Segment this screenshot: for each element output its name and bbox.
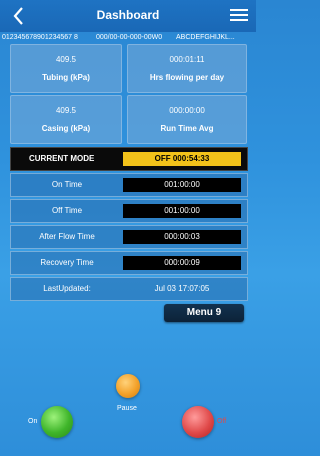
well-name: ABCDEFGHIJKL... xyxy=(176,34,235,41)
header-bar: Dashboard xyxy=(0,0,256,32)
hrs-flowing-value: 000:01:11 xyxy=(169,55,205,64)
on-label: On xyxy=(28,418,38,425)
current-mode-row: CURRENT MODE OFF 000:54:33 xyxy=(10,147,248,171)
tubing-pressure-value: 409.5 xyxy=(55,55,77,64)
off-button[interactable] xyxy=(182,406,214,438)
off-time-label: Off Time xyxy=(51,206,83,215)
off-time-row[interactable]: Off Time 001:00:00 xyxy=(10,199,248,223)
well-info-strip: 012345678901234567 8 000/00-00-000-00W0 … xyxy=(0,32,256,44)
hamburger-menu-icon[interactable] xyxy=(230,9,248,23)
run-time-avg-value: 000:00:00 xyxy=(169,106,205,115)
on-button[interactable] xyxy=(41,406,73,438)
on-time-value: 001:00:00 xyxy=(123,178,241,192)
after-flow-time-value: 000:00:03 xyxy=(123,230,241,244)
pause-button[interactable] xyxy=(116,374,140,398)
last-updated-value: Jul 03 17:07:05 xyxy=(154,284,210,293)
hrs-flowing-card: 000:01:11 Hrs flowing per day xyxy=(127,44,247,93)
after-flow-time-row[interactable]: After Flow Time 000:00:03 xyxy=(10,225,248,249)
current-mode-value: OFF 000:54:33 xyxy=(123,152,241,166)
off-time-value: 001:00:00 xyxy=(123,204,241,218)
run-time-avg-label: Run Time Avg xyxy=(160,124,214,133)
casing-pressure-value: 409.5 xyxy=(55,106,77,115)
well-id: 012345678901234567 8 xyxy=(2,34,78,41)
pause-label: Pause xyxy=(117,405,137,412)
recovery-time-label: Recovery Time xyxy=(40,258,94,267)
last-updated-row: LastUpdated: Jul 03 17:07:05 xyxy=(10,277,248,301)
recovery-time-value: 000:00:09 xyxy=(123,256,241,270)
last-updated-label: LastUpdated: xyxy=(43,284,91,293)
on-time-row[interactable]: On Time 001:00:00 xyxy=(10,173,248,197)
page-title: Dashboard xyxy=(96,8,160,22)
hrs-flowing-label: Hrs flowing per day xyxy=(149,73,225,82)
casing-pressure-label: Casing (kPa) xyxy=(41,124,91,133)
tubing-pressure-label: Tubing (kPa) xyxy=(42,73,90,82)
menu-9-button[interactable]: Menu 9 xyxy=(164,304,244,322)
off-label: Off xyxy=(217,418,227,425)
casing-pressure-card: 409.5 Casing (kPa) xyxy=(10,95,122,144)
run-time-avg-card: 000:00:00 Run Time Avg xyxy=(127,95,247,144)
recovery-time-row[interactable]: Recovery Time 000:00:09 xyxy=(10,251,248,275)
current-mode-label: CURRENT MODE xyxy=(29,154,95,163)
well-location: 000/00-00-000-00W0 xyxy=(96,34,163,41)
on-time-label: On Time xyxy=(51,180,83,189)
tubing-pressure-card: 409.5 Tubing (kPa) xyxy=(10,44,122,93)
after-flow-time-label: After Flow Time xyxy=(39,232,95,241)
